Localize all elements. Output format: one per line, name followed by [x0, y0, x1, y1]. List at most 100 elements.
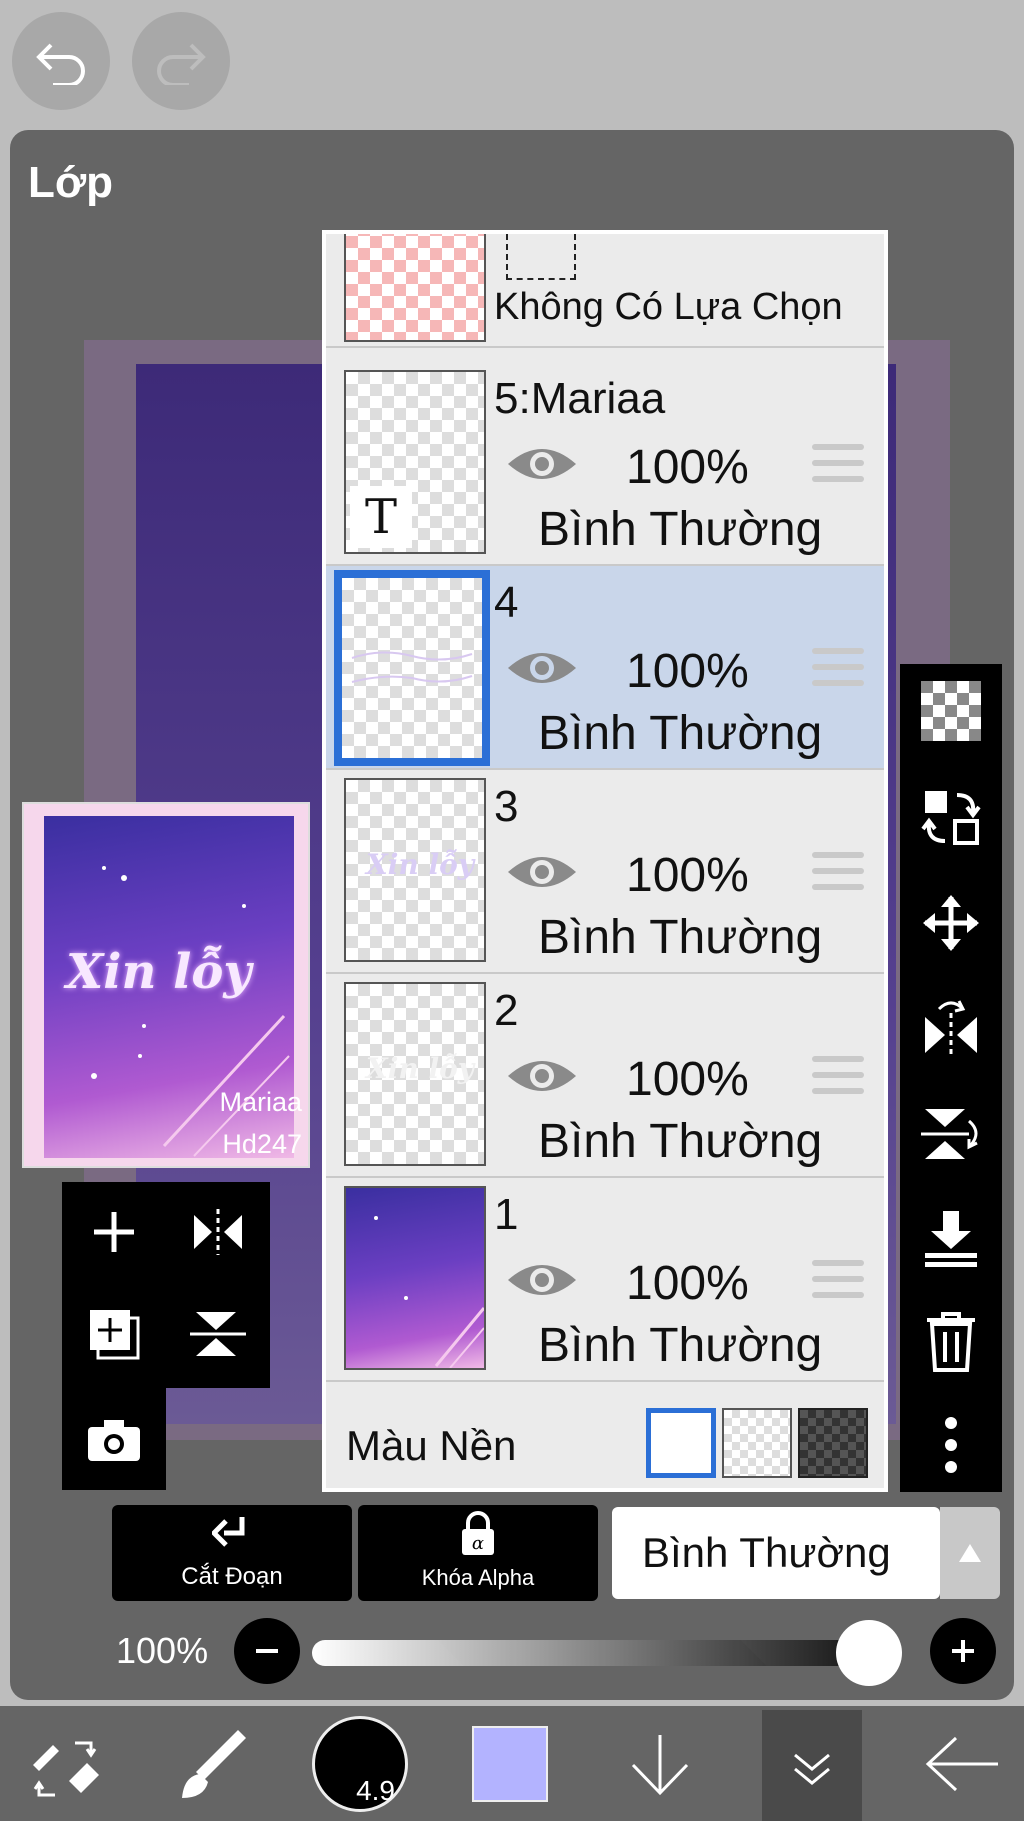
right-toolbar [900, 664, 1002, 1492]
transparency-button[interactable] [918, 678, 984, 744]
layer-blend-mode: Bình Thường [538, 707, 823, 760]
minus-icon [256, 1649, 278, 1653]
flip-horizontal-icon [925, 1000, 977, 1057]
blend-mode-select[interactable]: Bình Thường [612, 1507, 1000, 1599]
selection-label: Không Có Lựa Chọn [494, 286, 843, 328]
artwork-preview[interactable]: Xin lỗy Mariaa Hd247 [22, 802, 310, 1168]
tool-switch-button[interactable] [14, 1706, 114, 1821]
layer-opacity: 100% [626, 645, 749, 698]
delete-layer-button[interactable] [918, 1308, 984, 1374]
blend-mode-toggle[interactable] [940, 1507, 1000, 1599]
layer-opacity: 100% [626, 1257, 749, 1310]
camera-button[interactable] [80, 1406, 148, 1474]
flip-vertical-button[interactable] [184, 1300, 252, 1368]
artwork-signature-2: Hd247 [222, 1129, 302, 1159]
layer-row[interactable]: Xin lỗy 2 100% Bình Thường [326, 974, 884, 1178]
opacity-slider-thumb[interactable] [836, 1620, 902, 1686]
current-color-swatch [472, 1725, 548, 1802]
blend-mode-value: Bình Thường [642, 1529, 891, 1576]
drag-handle-icon[interactable] [812, 852, 864, 892]
brush-size-indicator: 4.9 [312, 1715, 408, 1812]
layer-name: 4 [494, 578, 519, 627]
flip-layer-vertical-button[interactable] [918, 1100, 984, 1166]
double-chevron-down-icon [794, 1753, 830, 1785]
triangle-up-icon [959, 1544, 981, 1562]
marquee-icon [506, 234, 576, 280]
drag-handle-icon[interactable] [812, 1260, 864, 1300]
layer-blend-mode: Bình Thường [538, 503, 823, 556]
eye-icon[interactable] [506, 850, 578, 894]
layer-row-selected[interactable]: 4 100% Bình Thường [326, 566, 884, 770]
opacity-slider[interactable] [312, 1640, 892, 1666]
flip-layer-horizontal-button[interactable] [918, 994, 984, 1060]
drag-handle-icon[interactable] [812, 648, 864, 688]
opacity-decrease-button[interactable] [234, 1618, 300, 1684]
artwork-signature: Mariaa [219, 1087, 302, 1117]
redo-icon [157, 43, 206, 85]
swap-layers-icon [921, 791, 981, 845]
opacity-increase-button[interactable] [930, 1618, 996, 1684]
layers-toggle-button[interactable] [762, 1710, 862, 1821]
layer-thumbnail: T [344, 370, 486, 554]
alpha-lock-button[interactable]: α Khóa Alpha [358, 1505, 598, 1601]
background-transparent-dark-swatch[interactable] [798, 1408, 868, 1478]
text-layer-icon: T [350, 486, 412, 548]
flip-horizontal-button[interactable] [184, 1198, 252, 1266]
brush-size-value: 4.9 [356, 1774, 395, 1806]
layer-thumbnail [334, 570, 490, 766]
scroll-down-button[interactable] [610, 1706, 710, 1821]
layer-list[interactable]: Không Có Lựa Chọn T 5:Mariaa 100% Bình T… [322, 230, 888, 1492]
drag-handle-icon[interactable] [812, 444, 864, 484]
layer-row[interactable]: 1 100% Bình Thường [326, 1178, 884, 1382]
add-layer-button[interactable] [80, 1198, 148, 1266]
layer-thumbnail [344, 1186, 486, 1370]
background-white-swatch[interactable] [646, 1408, 716, 1478]
undo-button[interactable] [12, 12, 110, 110]
drag-handle-icon[interactable] [812, 1056, 864, 1096]
move-icon [923, 895, 979, 951]
undo-icon [36, 43, 85, 85]
flip-horizontal-icon [194, 1209, 242, 1255]
layer-opacity: 100% [626, 849, 749, 902]
layer-content-preview: Xin lỗy [366, 1052, 475, 1085]
brush-size-button[interactable]: 4.9 [308, 1706, 412, 1821]
selection-thumbnail [344, 234, 486, 342]
merge-down-button[interactable] [918, 1204, 984, 1270]
layer-row[interactable]: T 5:Mariaa 100% Bình Thường [326, 362, 884, 566]
opacity-label: 100% [116, 1630, 209, 1671]
brush-tool-button[interactable] [164, 1706, 264, 1821]
color-picker-button[interactable] [460, 1706, 560, 1821]
artwork-title: Xin lỗy [66, 944, 252, 1000]
layer-opacity: 100% [626, 1053, 749, 1106]
layer-row[interactable]: Xin lỗy 3 100% Bình Thường [326, 770, 884, 974]
duplicate-layer-button[interactable] [80, 1300, 148, 1368]
flip-vertical-icon [921, 1109, 978, 1159]
checkerboard-icon [921, 681, 981, 741]
layer-swap-button[interactable] [918, 784, 984, 850]
clipping-button[interactable]: Cắt Đoạn [112, 1505, 352, 1601]
selection-layer-row[interactable]: Không Có Lựa Chọn [326, 234, 884, 348]
move-button[interactable] [918, 890, 984, 956]
layer-blend-mode: Bình Thường [538, 1115, 823, 1168]
eye-icon[interactable] [506, 442, 578, 486]
layer-name: 2 [494, 986, 519, 1035]
eye-icon[interactable] [506, 646, 578, 690]
panel-title: Lớp [28, 158, 114, 207]
redo-button[interactable] [132, 12, 230, 110]
layer-content-preview: Xin lỗy [366, 848, 475, 881]
trash-icon [927, 1312, 975, 1372]
more-options-button[interactable] [918, 1412, 984, 1478]
background-color-label: Màu Nền [346, 1422, 517, 1469]
eye-icon[interactable] [506, 1258, 578, 1302]
layer-name: 3 [494, 782, 519, 831]
back-button[interactable] [912, 1706, 1012, 1821]
arrow-left-icon [925, 1736, 998, 1791]
camera-icon [88, 1420, 140, 1461]
merge-down-icon [925, 1211, 977, 1267]
copy-layer-icon [90, 1310, 140, 1360]
arrow-down-icon [631, 1734, 689, 1795]
eye-icon[interactable] [506, 1054, 578, 1098]
layer-blend-mode: Bình Thường [538, 911, 823, 964]
lock-icon: α [462, 1511, 494, 1555]
background-transparent-light-swatch[interactable] [722, 1408, 792, 1478]
